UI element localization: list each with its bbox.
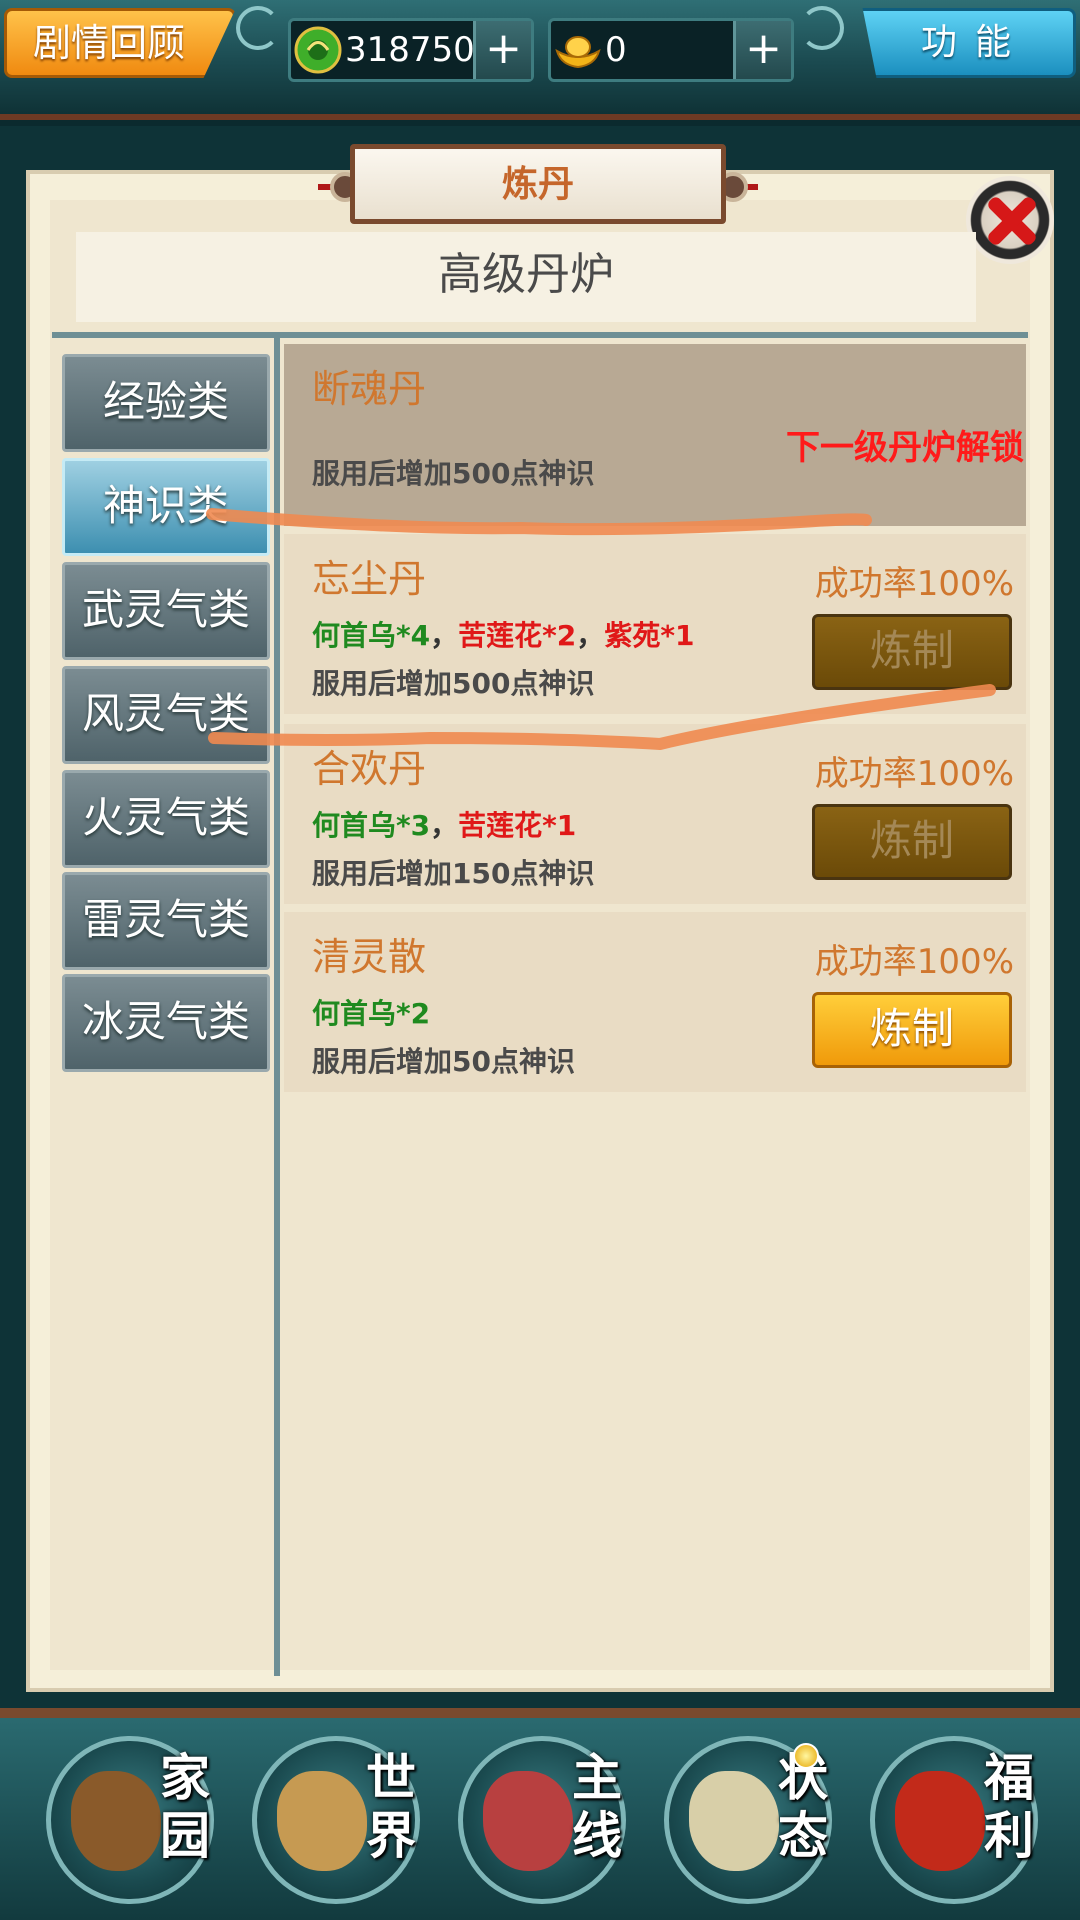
world-icon	[277, 1771, 367, 1871]
recipe-materials: 何首乌*4，苦莲花*2，紫苑*1	[312, 614, 694, 654]
recipe-name: 清灵散	[312, 935, 427, 979]
bottom-nav: 家园 世界 主线 状态 福利	[0, 1708, 1080, 1920]
material-separator: ，	[430, 809, 459, 842]
category-tab-ice-qi[interactable]: 冰灵气类	[62, 974, 270, 1072]
recipe-name: 合欢丹	[312, 747, 427, 791]
success-rate: 成功率100%	[814, 564, 1014, 604]
panel-title: 炼丹	[350, 144, 726, 224]
nav-status[interactable]: 状态	[664, 1736, 832, 1904]
nav-label: 世界	[366, 1748, 416, 1865]
welfare-icon	[895, 1771, 985, 1871]
nav-home[interactable]: 家园	[46, 1736, 214, 1904]
material-item: 紫苑*1	[604, 619, 695, 652]
category-tab-fire-qi[interactable]: 火灵气类	[62, 770, 270, 868]
success-rate: 成功率100%	[814, 942, 1014, 982]
jade-currency: 318750 +	[288, 18, 534, 82]
nav-world[interactable]: 世界	[252, 1736, 420, 1904]
jade-coin-icon	[294, 26, 342, 74]
category-tab-wind-qi[interactable]: 风灵气类	[62, 666, 270, 764]
ornament-icon	[236, 6, 280, 50]
recipe-description: 服用后增加500点神识	[312, 457, 595, 490]
function-button[interactable]: 功能	[862, 8, 1076, 78]
divider	[274, 338, 280, 1676]
nav-label: 主线	[572, 1748, 622, 1865]
recipe-materials: 何首乌*2	[312, 992, 430, 1032]
recipe-row: 清灵散 成功率100% 何首乌*2 服用后增加50点神识 炼制	[284, 912, 1026, 1092]
notification-dot	[793, 1743, 819, 1769]
add-jade-button[interactable]: +	[473, 21, 531, 79]
material-item: 何首乌*2	[312, 997, 431, 1030]
recipe-description: 服用后增加500点神识	[312, 667, 595, 700]
nav-label: 福利	[984, 1748, 1034, 1865]
success-rate: 成功率100%	[814, 754, 1014, 794]
material-item: 苦莲花*2	[458, 619, 577, 652]
gold-ingot-icon	[555, 36, 601, 69]
home-icon	[71, 1771, 161, 1871]
category-tab-spirit-sense[interactable]: 神识类	[62, 458, 270, 556]
close-button[interactable]	[966, 176, 1054, 264]
craft-button-disabled[interactable]: 炼制	[812, 614, 1012, 690]
recipe-name: 断魂丹	[312, 367, 427, 411]
craft-button-disabled[interactable]: 炼制	[812, 804, 1012, 880]
recipe-materials: 何首乌*3，苦莲花*1	[312, 804, 576, 844]
nav-label: 家园	[160, 1748, 210, 1865]
craft-button[interactable]: 炼制	[812, 992, 1012, 1068]
recipe-row: 忘尘丹 成功率100% 何首乌*4，苦莲花*2，紫苑*1 服用后增加500点神识…	[284, 534, 1026, 714]
jade-amount: 318750	[345, 30, 475, 70]
recipe-description: 服用后增加150点神识	[312, 857, 595, 890]
nav-mainline[interactable]: 主线	[458, 1736, 626, 1904]
material-item: 何首乌*3	[312, 809, 431, 842]
category-tab-thunder-qi[interactable]: 雷灵气类	[62, 872, 270, 970]
unlock-requirement: 下一级丹炉解锁	[786, 428, 1024, 468]
material-item: 苦莲花*1	[458, 809, 577, 842]
add-gold-button[interactable]: +	[733, 21, 791, 79]
status-icon	[689, 1771, 779, 1871]
mainline-icon	[483, 1771, 573, 1871]
category-tab-experience[interactable]: 经验类	[62, 354, 270, 452]
recipe-row-locked: 断魂丹 下一级丹炉解锁 服用后增加500点神识	[284, 344, 1026, 526]
category-tab-martial-qi[interactable]: 武灵气类	[62, 562, 270, 660]
story-review-button[interactable]: 剧情回顾	[4, 8, 236, 78]
material-separator: ，	[430, 619, 459, 652]
recipe-description: 服用后增加50点神识	[312, 1045, 575, 1078]
gold-amount: 0	[605, 30, 627, 70]
material-separator: ，	[576, 619, 605, 652]
furnace-name: 高级丹炉	[76, 232, 976, 322]
divider	[52, 332, 1028, 338]
recipe-row: 合欢丹 成功率100% 何首乌*3，苦莲花*1 服用后增加150点神识 炼制	[284, 724, 1026, 904]
material-item: 何首乌*4	[312, 619, 431, 652]
recipe-name: 忘尘丹	[312, 557, 427, 601]
ornament-icon	[800, 6, 844, 50]
gold-currency: 0 +	[548, 18, 794, 82]
top-bar: 剧情回顾 318750 + 0 + 功能	[0, 0, 1080, 120]
nav-welfare[interactable]: 福利	[870, 1736, 1038, 1904]
